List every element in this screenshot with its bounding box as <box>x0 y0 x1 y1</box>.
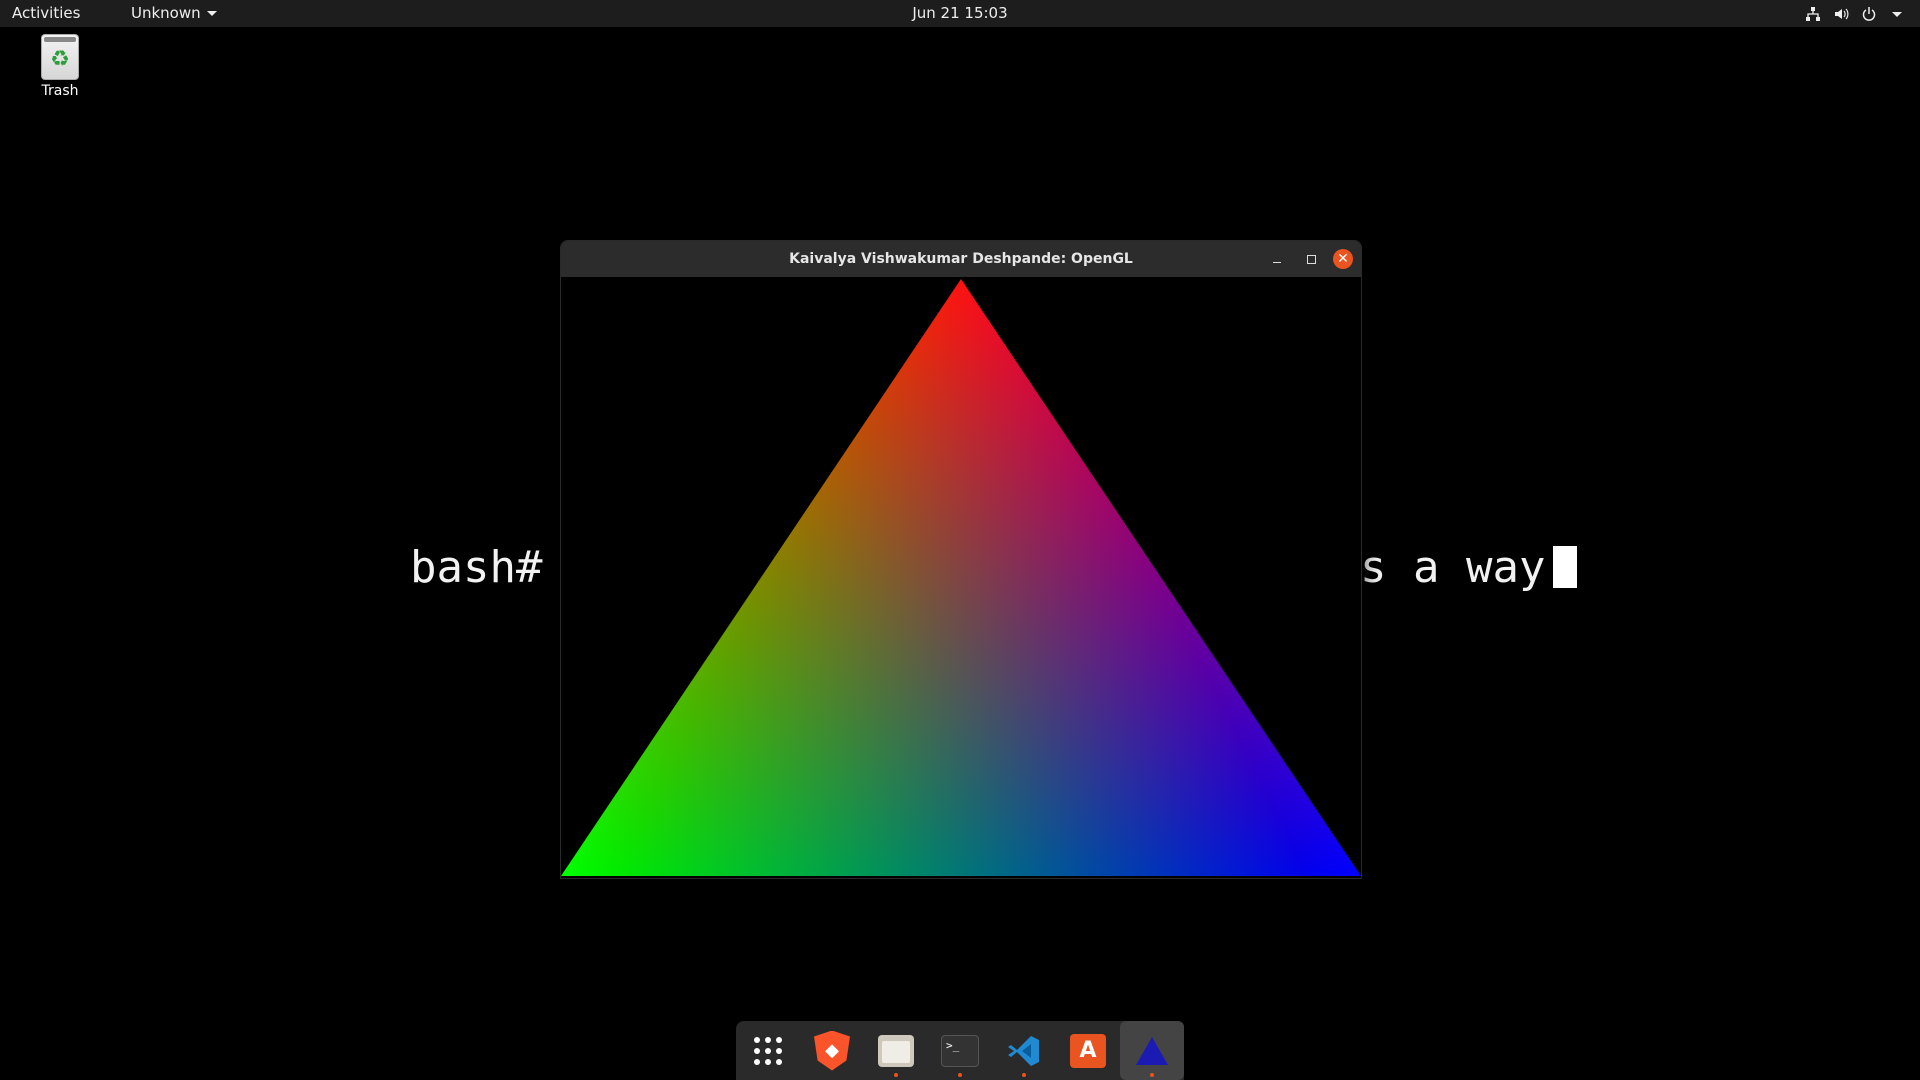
terminal-icon: >_ <box>941 1034 979 1067</box>
dock-item-brave[interactable]: ◆ <box>800 1021 864 1080</box>
dock-item-vscode[interactable] <box>992 1021 1056 1080</box>
dock-item-files[interactable] <box>864 1021 928 1080</box>
minimize-button[interactable] <box>1265 247 1289 271</box>
dock-item-opengl[interactable] <box>1120 1021 1184 1080</box>
top-bar: Activities Unknown Jun 21 15:03 <box>0 0 1920 27</box>
app-menu[interactable]: Unknown <box>131 4 217 22</box>
system-menu-caret-icon[interactable] <box>1888 5 1906 23</box>
volume-icon[interactable] <box>1832 5 1850 23</box>
activities-button[interactable]: Activities <box>12 4 80 22</box>
color-triangle <box>561 279 1361 876</box>
blue-vertex-gradient <box>561 279 1361 876</box>
maximize-icon <box>1306 254 1316 264</box>
window-title: Kaivalya Vishwakumar Deshpande: OpenGL <box>789 251 1133 267</box>
apps-grid-icon <box>754 1036 782 1065</box>
close-icon: ✕ <box>1337 251 1349 267</box>
files-icon <box>878 1034 914 1067</box>
ubuntu-software-icon: A <box>1070 1033 1106 1068</box>
trash-desktop-icon[interactable]: ♻ Trash <box>30 34 90 99</box>
system-tray[interactable] <box>1804 3 1906 24</box>
app-menu-label: Unknown <box>131 4 201 22</box>
trash-label: Trash <box>41 83 79 99</box>
opengl-window[interactable]: Kaivalya Vishwakumar Deshpande: OpenGL ✕ <box>560 240 1362 879</box>
window-titlebar[interactable]: Kaivalya Vishwakumar Deshpande: OpenGL ✕ <box>561 241 1361 277</box>
maximize-button[interactable] <box>1299 247 1323 271</box>
terminal-prompt: bash# <box>410 542 543 593</box>
minimize-icon <box>1273 261 1281 263</box>
running-indicator <box>958 1073 962 1077</box>
vscode-icon <box>1006 1033 1042 1069</box>
terminal-text: s a way <box>1360 542 1546 593</box>
terminal-line: s a way <box>1360 542 1578 593</box>
dock-item-terminal[interactable]: >_ <box>928 1021 992 1080</box>
network-icon[interactable] <box>1804 5 1822 23</box>
brave-browser-icon: ◆ <box>814 1030 850 1071</box>
trash-icon: ♻ <box>41 34 79 80</box>
opengl-canvas[interactable] <box>561 277 1361 878</box>
close-button[interactable]: ✕ <box>1333 249 1353 269</box>
running-indicator <box>1150 1073 1154 1077</box>
chevron-down-icon <box>206 11 217 16</box>
terminal-cursor <box>1553 546 1578 588</box>
show-apps-button[interactable] <box>736 1021 800 1080</box>
dock-item-software[interactable]: A <box>1056 1021 1120 1080</box>
running-indicator <box>1022 1073 1026 1077</box>
opengl-app-icon <box>1132 1031 1172 1071</box>
dock: ◆ >_ A <box>736 1021 1184 1080</box>
running-indicator <box>894 1073 898 1077</box>
power-icon[interactable] <box>1860 5 1878 23</box>
clock[interactable]: Jun 21 15:03 <box>912 4 1007 22</box>
